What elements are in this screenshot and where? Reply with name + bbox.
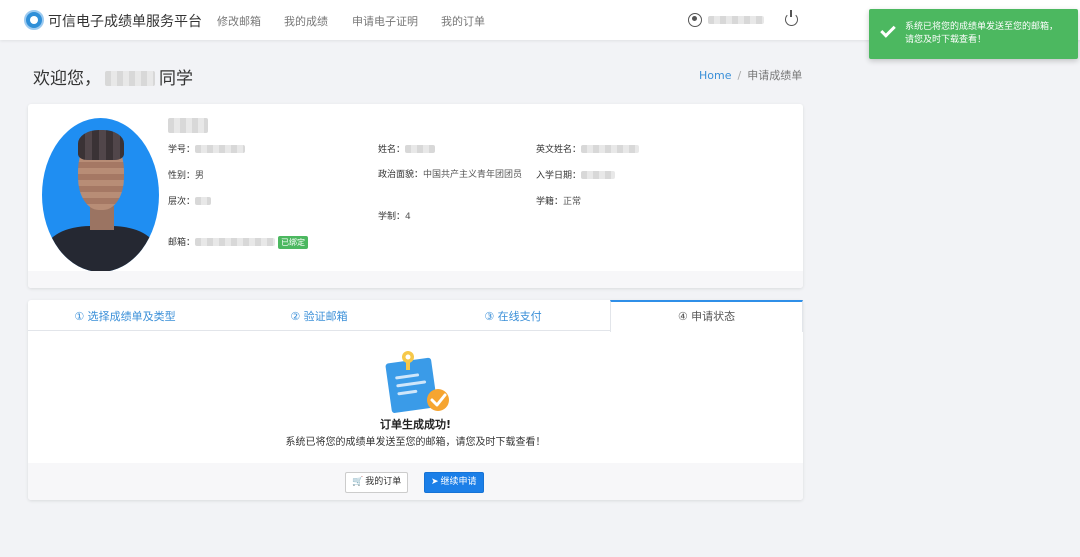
success-message: 系统已将您的成绩单发送至您的邮箱，请您及时下载查看！ — [285, 437, 546, 448]
gender-value: 男 — [195, 171, 205, 181]
enroll-label: 入学日期： — [536, 171, 582, 181]
political-value: 中国共产主义青年团团员 — [423, 170, 523, 180]
english-name-redacted — [581, 145, 640, 153]
field-email: 邮箱： 已绑定 — [168, 235, 309, 249]
toast-message: 系统已将您的成绩单发送至您的邮箱，请您及时下载查看！ — [905, 22, 1059, 45]
level-redacted — [195, 197, 212, 205]
breadcrumb-current: 申请成绩单 — [747, 69, 803, 82]
order-success-illustration-icon — [385, 351, 449, 413]
my-orders-button[interactable]: 🛒 我的订单 — [345, 472, 409, 493]
cart-icon: 🛒 — [352, 477, 364, 487]
success-title: 订单生成成功! — [379, 418, 452, 431]
name-redacted — [405, 145, 436, 153]
field-student-no: 学号： — [168, 142, 246, 155]
field-political: 政治面貌：中国共产主义青年团团员 — [378, 168, 523, 182]
field-status: 学籍：正常 — [536, 194, 581, 207]
breadcrumb-home-link[interactable]: Home — [699, 69, 731, 82]
profile-card-footer — [28, 271, 803, 288]
continue-apply-label: 继续申请 — [440, 477, 477, 487]
student-no-label: 学号： — [168, 145, 196, 155]
field-gender: 性别：男 — [168, 168, 204, 181]
field-duration: 学制：4 — [378, 209, 411, 222]
nav-apply-certificate[interactable]: 申请电子证明 — [352, 13, 418, 29]
application-card: ① 选择成绩单及类型 ② 验证邮箱 ③ 在线支付 ④ 申请状态 订单生成成功! … — [28, 300, 803, 500]
breadcrumb-separator: / — [737, 69, 742, 82]
paper-plane-icon: ➤ — [431, 477, 439, 487]
political-label: 政治面貌： — [378, 170, 424, 180]
gender-label: 性别： — [168, 171, 196, 181]
welcome-heading: 欢迎您， 同学 — [33, 64, 193, 89]
field-english-name: 英文姓名： — [536, 142, 640, 155]
student-name-redacted — [168, 118, 208, 133]
my-orders-label: 我的订单 — [365, 477, 402, 487]
continue-apply-button[interactable]: ➤ 继续申请 — [424, 472, 484, 493]
power-logout-icon[interactable] — [785, 10, 798, 26]
email-bound-badge: 已绑定 — [278, 236, 309, 249]
application-card-footer: 🛒 我的订单 ➤ 继续申请 — [28, 463, 803, 500]
nav-my-orders[interactable]: 我的订单 — [441, 13, 485, 29]
welcome-suffix: 同学 — [159, 69, 193, 89]
step-tabs: ① 选择成绩单及类型 ② 验证邮箱 ③ 在线支付 ④ 申请状态 — [28, 300, 803, 332]
email-redacted — [195, 238, 276, 246]
student-profile-card: 学号： 性别：男 层次： 邮箱： 已绑定 姓名： 政治面貌：中国共产主义青年团团员… — [28, 104, 803, 288]
photo-body — [46, 226, 156, 272]
english-name-label: 英文姓名： — [536, 145, 582, 155]
name-label: 姓名： — [378, 145, 406, 155]
welcome-prefix: 欢迎您， — [33, 69, 101, 89]
student-photo-avatar — [42, 118, 159, 272]
platform-logo-icon[interactable] — [24, 10, 44, 30]
duration-value: 4 — [405, 212, 411, 222]
user-icon[interactable] — [688, 13, 702, 27]
tab-online-payment[interactable]: ③ 在线支付 — [416, 300, 610, 331]
tab-application-status[interactable]: ④ 申请状态 — [610, 300, 803, 332]
duration-label: 学制： — [378, 212, 406, 222]
user-name-redacted[interactable] — [708, 16, 764, 24]
tab-verify-email[interactable]: ② 验证邮箱 — [222, 300, 416, 331]
tab-select-transcript[interactable]: ① 选择成绩单及类型 — [28, 300, 222, 331]
field-name: 姓名： — [378, 142, 436, 155]
success-toast[interactable]: 系统已将您的成绩单发送至您的邮箱，请您及时下载查看！ — [869, 9, 1078, 59]
checkmark-icon — [880, 22, 896, 38]
nav-my-grades[interactable]: 我的成绩 — [284, 13, 328, 29]
breadcrumb: Home / 申请成绩单 — [699, 67, 802, 83]
nav-change-email[interactable]: 修改邮箱 — [217, 13, 261, 29]
field-enroll-date: 入学日期： — [536, 168, 616, 181]
brand-title[interactable]: 可信电子成绩单服务平台 — [48, 11, 202, 31]
level-label: 层次： — [168, 197, 196, 207]
field-level: 层次： — [168, 194, 212, 207]
email-label: 邮箱： — [168, 238, 196, 248]
status-label: 学籍： — [536, 197, 564, 207]
photo-hair — [78, 130, 124, 160]
welcome-name-redacted — [105, 71, 155, 86]
enroll-redacted — [581, 171, 616, 179]
status-value: 正常 — [563, 197, 582, 207]
student-no-redacted — [195, 145, 246, 153]
